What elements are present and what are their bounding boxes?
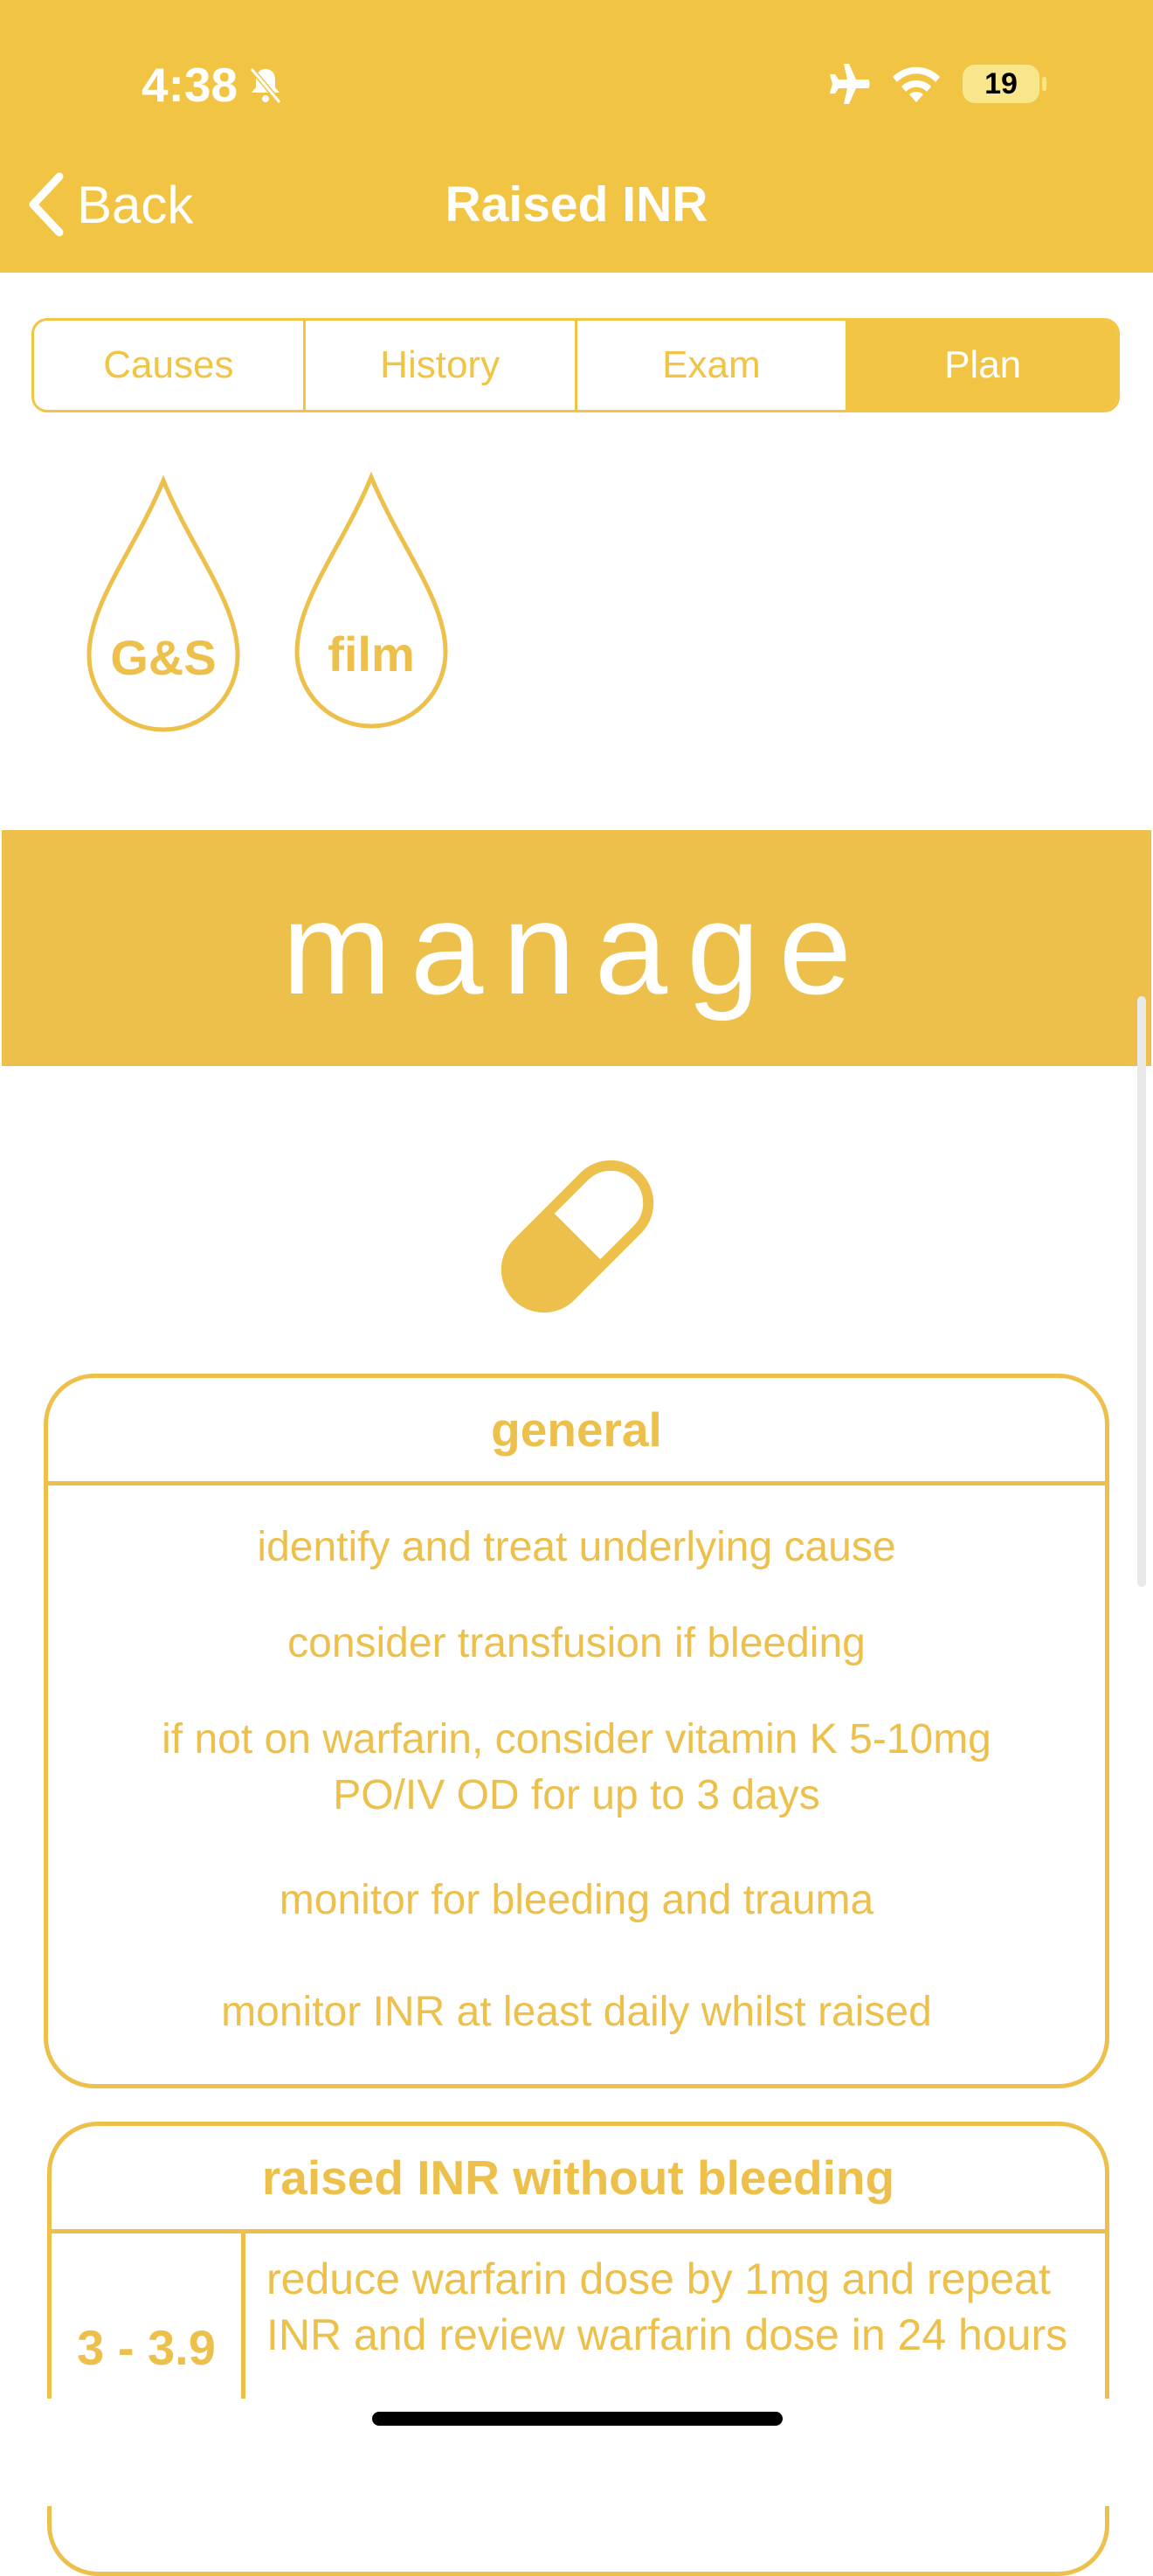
status-time: 4:38 bbox=[142, 54, 287, 115]
airplane-icon bbox=[830, 64, 870, 104]
list-item: monitor INR at least daily whilst raised bbox=[221, 1989, 932, 2035]
no-bleeding-card: raised INR without bleeding 3 - 3.9 redu… bbox=[47, 2122, 1109, 2576]
section-banner: manage bbox=[2, 830, 1151, 1066]
list-item: monitor for bleeding and trauma bbox=[279, 1877, 874, 1923]
investigation-film[interactable]: film bbox=[290, 468, 452, 731]
wifi-icon bbox=[893, 66, 940, 102]
tab-exam[interactable]: Exam bbox=[577, 321, 849, 410]
blood-drop-icon bbox=[294, 471, 448, 729]
tab-bar: Causes History Exam Plan bbox=[31, 318, 1120, 412]
bell-slash-icon bbox=[249, 67, 282, 104]
battery-level: 19 bbox=[984, 66, 1018, 100]
banner-title: manage bbox=[281, 874, 872, 1021]
pill-icon bbox=[501, 1160, 654, 1313]
list-item: identify and treat underlying cause bbox=[257, 1524, 896, 1570]
list-item: if not on warfarin, consider vitamin K 5… bbox=[162, 1716, 991, 1818]
tab-causes[interactable]: Causes bbox=[34, 321, 306, 410]
tab-history[interactable]: History bbox=[306, 321, 577, 410]
scrollbar[interactable] bbox=[1137, 996, 1146, 1587]
card-title: raised INR without bleeding bbox=[52, 2126, 1105, 2233]
status-icons: 19 bbox=[821, 58, 1046, 110]
home-indicator[interactable] bbox=[372, 2412, 783, 2426]
chevron-left-icon bbox=[29, 172, 64, 237]
back-button[interactable]: Back bbox=[26, 168, 193, 241]
nav-header: 4:38 19 Raised INR Back bbox=[0, 0, 1153, 273]
investigation-label: film bbox=[328, 627, 415, 682]
tab-plan[interactable]: Plan bbox=[848, 321, 1117, 410]
clock-text: 4:38 bbox=[142, 58, 238, 112]
battery-icon: 19 bbox=[963, 65, 1046, 103]
card-title: general bbox=[48, 1378, 1105, 1485]
general-card: general identify and treat underlying ca… bbox=[44, 1374, 1109, 2088]
investigation-gs[interactable]: G&S bbox=[82, 472, 245, 734]
investigation-label: G&S bbox=[110, 630, 217, 685]
back-label: Back bbox=[77, 175, 194, 234]
list-item: consider transfusion if bleeding bbox=[287, 1620, 866, 1666]
blood-drop-icon bbox=[86, 474, 240, 732]
